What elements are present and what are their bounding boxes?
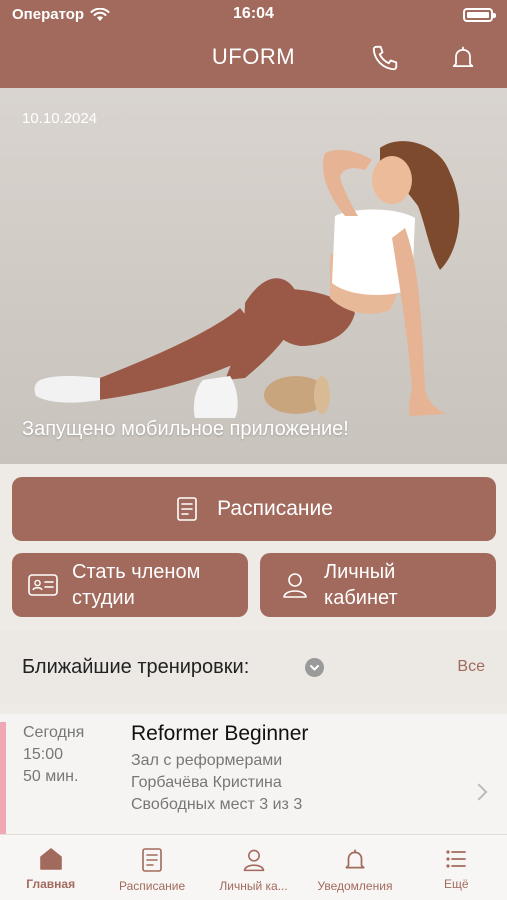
chevron-down-icon[interactable]: [305, 658, 324, 677]
bell-icon: [452, 46, 474, 68]
schedule-icon: [177, 497, 197, 521]
tab-schedule[interactable]: Расписание: [101, 835, 202, 900]
list-icon: [446, 850, 467, 868]
hero-date: 10.10.2024: [22, 110, 98, 127]
session-info: Зал с реформерами Горбачёва Кристина Сво…: [131, 750, 302, 816]
tab-more[interactable]: Ещё: [406, 835, 507, 900]
tab-schedule-label: Расписание: [119, 879, 186, 893]
home-icon: [39, 848, 62, 870]
session-title: Reformer Beginner: [131, 722, 309, 745]
session-spots: Свободных мест 3 из 3: [131, 796, 303, 813]
status-bar: Оператор 16:04: [0, 0, 507, 32]
upcoming-section-header: Ближайшие тренировки: Все: [0, 630, 507, 704]
account-button-label: Личный кабинет: [324, 561, 398, 609]
session-day: Сегодня: [23, 724, 85, 741]
hero-banner[interactable]: 10.10.2024 Запущено мобильное приложение…: [0, 88, 507, 464]
session-trainer: Горбачёва Кристина: [131, 774, 282, 791]
top-bar: Оператор 16:04 UFORM: [0, 0, 507, 88]
battery-icon: [463, 8, 496, 22]
schedule-button[interactable]: Расписание: [12, 477, 496, 541]
profile-icon: [283, 573, 307, 598]
status-time: 16:04: [233, 5, 274, 22]
call-button[interactable]: [367, 40, 403, 76]
hero-caption: Запущено мобильное приложение!: [22, 418, 349, 440]
session-room: Зал с реформерами: [131, 752, 283, 769]
tab-notifications[interactable]: Уведомления: [304, 835, 405, 900]
tab-home[interactable]: Главная: [0, 835, 101, 900]
profile-icon: [243, 849, 264, 872]
tab-bar: Главная Расписание Личный ка... Уведомле…: [0, 834, 507, 900]
chevron-right-icon: [470, 783, 488, 801]
see-all-link[interactable]: Все: [457, 658, 485, 676]
session-time: 15:00: [23, 746, 64, 763]
bell-icon: [345, 849, 365, 869]
member-card-icon: [28, 574, 58, 596]
session-when: Сегодня 15:00 50 мин.: [23, 722, 84, 788]
schedule-button-label: Расписание: [217, 497, 333, 520]
schedule-icon: [142, 848, 162, 872]
tab-account-label: Личный ка...: [219, 879, 288, 893]
session-duration: 50 мин.: [23, 768, 79, 785]
membership-button[interactable]: Стать членом студии: [12, 553, 248, 617]
tab-notifications-label: Уведомления: [317, 879, 393, 893]
session-card[interactable]: Сегодня 15:00 50 мин. Reformer Beginner …: [0, 714, 507, 834]
session-accent-bar: [0, 722, 6, 834]
upcoming-title: Ближайшие тренировки:: [22, 656, 250, 678]
notifications-button[interactable]: [445, 40, 481, 76]
tab-home-label: Главная: [26, 877, 76, 891]
tab-account[interactable]: Личный ка...: [203, 835, 304, 900]
phone-icon: [372, 45, 398, 71]
hero-photo: [34, 141, 460, 418]
tab-more-label: Ещё: [444, 877, 469, 891]
membership-button-label: Стать членом студии: [72, 561, 201, 609]
account-button[interactable]: Личный кабинет: [260, 553, 496, 617]
app-title: UFORM: [211, 44, 296, 69]
